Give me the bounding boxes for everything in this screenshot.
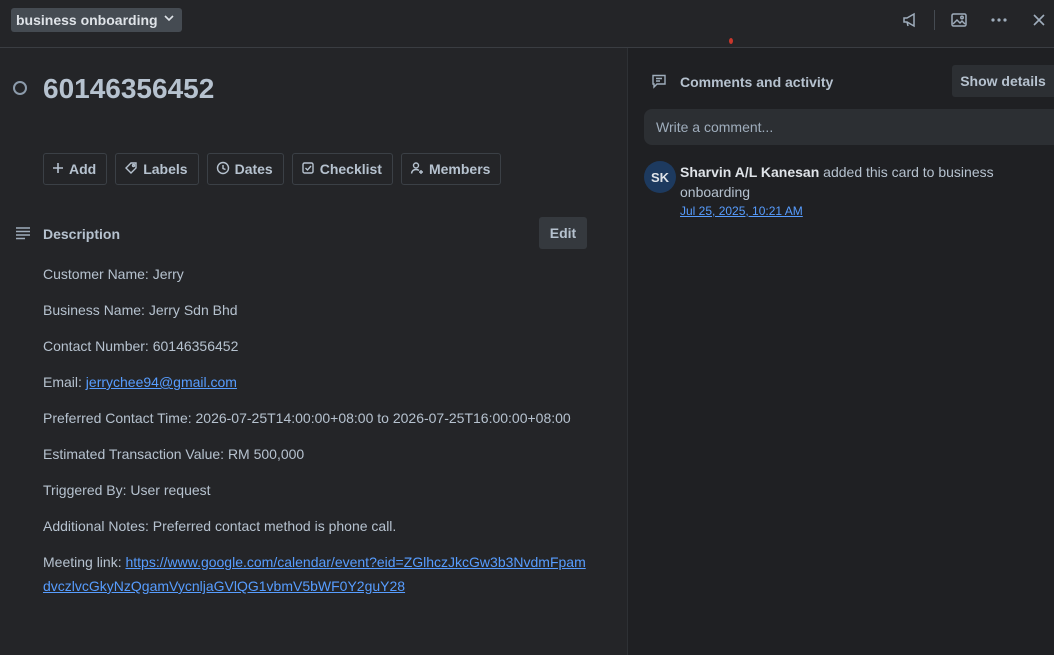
tag-icon (124, 161, 138, 178)
preferred-contact-time: Preferred Contact Time: 2026-07-25T14:00… (43, 410, 571, 426)
email-link[interactable]: jerrychee94@gmail.com (86, 374, 237, 390)
user-add-icon (410, 161, 424, 178)
circle-icon (13, 81, 27, 95)
additional-notes: Additional Notes: Preferred contact meth… (43, 518, 397, 534)
activity-entry: Sharvin A/L Kanesan added this card to b… (680, 162, 1020, 202)
checklist-button[interactable]: Checklist (291, 153, 393, 185)
comment-icon (651, 73, 667, 92)
triggered-by: Triggered By: User request (43, 482, 211, 498)
complete-toggle[interactable] (13, 81, 27, 95)
description-icon (15, 226, 31, 243)
meeting-link[interactable]: https://www.google.com/calendar/event?ei… (43, 554, 586, 594)
show-details-button[interactable]: Show details (952, 65, 1054, 97)
comments-heading: Comments and activity (680, 74, 834, 90)
description-body[interactable]: Customer Name: Jerry Business Name: Jerr… (43, 266, 588, 598)
activity-timestamp[interactable]: Jul 25, 2025, 10:21 AM (680, 204, 803, 218)
megaphone-icon[interactable] (900, 10, 920, 30)
activity-user[interactable]: Sharvin A/L Kanesan (680, 164, 819, 180)
description-heading: Description (43, 226, 121, 242)
comment-input[interactable]: Write a comment... (644, 109, 1054, 145)
estimated-value: Estimated Transaction Value: RM 500,000 (43, 446, 305, 462)
labels-label: Labels (143, 161, 188, 177)
members-button[interactable]: Members (400, 153, 502, 185)
image-icon[interactable] (949, 10, 969, 30)
labels-button[interactable]: Labels (115, 153, 199, 185)
header-divider (934, 10, 935, 30)
business-name: Business Name: Jerry Sdn Bhd (43, 302, 238, 318)
meeting-link-line: Meeting link: https://www.google.com/cal… (43, 550, 588, 598)
close-icon[interactable] (1029, 10, 1049, 30)
card-title[interactable]: 60146356452 (43, 73, 214, 105)
list-selector[interactable]: business onboarding (11, 8, 182, 32)
clock-icon (216, 161, 230, 178)
plus-icon (52, 161, 64, 177)
avatar[interactable]: SK (644, 161, 676, 193)
customer-name: Customer Name: Jerry (43, 266, 184, 282)
chevron-down-icon (162, 8, 176, 32)
list-name: business onboarding (16, 12, 158, 28)
meeting-label: Meeting link: (43, 554, 126, 570)
card-header: business onboarding (0, 0, 1054, 48)
members-label: Members (428, 161, 491, 177)
add-button[interactable]: Add (43, 153, 108, 185)
add-label: Add (69, 161, 97, 177)
dates-button[interactable]: Dates (206, 153, 284, 185)
cursor-marker (729, 38, 733, 44)
dates-label: Dates (234, 161, 273, 177)
edit-description-button[interactable]: Edit (539, 217, 587, 249)
email-label: Email: (43, 374, 86, 390)
more-icon[interactable] (989, 10, 1009, 30)
card-actions: Add Labels Dates Checklist Members (43, 153, 502, 185)
checkbox-icon (301, 161, 315, 178)
email-line: Email: jerrychee94@gmail.com (43, 374, 588, 410)
contact-number: Contact Number: 60146356452 (43, 338, 239, 354)
checklist-label: Checklist (319, 161, 382, 177)
